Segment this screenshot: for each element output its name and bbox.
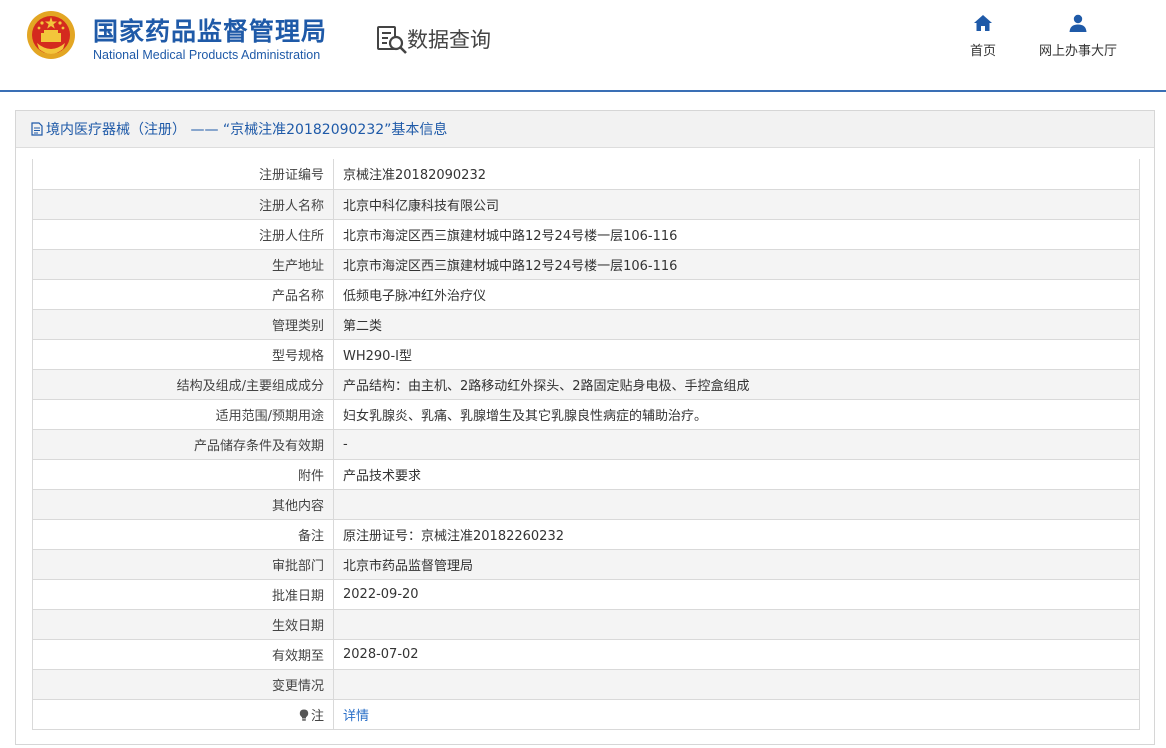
field-label: 产品名称: [32, 278, 334, 310]
field-label: 批准日期: [32, 578, 334, 610]
field-value: 北京市海淀区西三旗建材城中路12号24号楼一层106-116: [333, 218, 1140, 250]
table-row: 产品名称 低频电子脉冲红外治疗仪: [32, 278, 1140, 310]
table-row: 管理类别 第二类: [32, 308, 1140, 340]
panel-title: 境内医疗器械（注册） —— “京械注准20182090232”基本信息: [46, 122, 448, 138]
agency-name-cn: 国家药品监督管理局: [93, 17, 328, 46]
field-value: -: [333, 428, 1140, 460]
field-value: 产品结构：由主机、2路移动红外探头、2路固定贴身电极、手控盒组成: [333, 368, 1140, 400]
field-label: 其他内容: [32, 488, 334, 520]
site-header: 国家药品监督管理局 National Medical Products Admi…: [0, 0, 1166, 90]
field-label: 生效日期: [32, 608, 334, 640]
note-label-cell: 注: [32, 698, 334, 730]
table-row: 注册人名称 北京中科亿康科技有限公司: [32, 188, 1140, 220]
note-label: 注: [310, 708, 324, 724]
field-value: 2028-07-02: [333, 638, 1140, 670]
national-emblem-icon: [27, 11, 75, 59]
field-value: 2022-09-20: [333, 578, 1140, 610]
field-label: 型号规格: [32, 338, 334, 370]
table-row: 结构及组成/主要组成成分 产品结构：由主机、2路移动红外探头、2路固定贴身电极、手…: [32, 368, 1140, 400]
table-row: 型号规格 WH290-I型: [32, 338, 1140, 370]
table-row: 适用范围/预期用途 妇女乳腺炎、乳痛、乳腺增生及其它乳腺良性病症的辅助治疗。: [32, 398, 1140, 430]
field-value: 北京市海淀区西三旗建材城中路12号24号楼一层106-116: [333, 248, 1140, 280]
nav-home-label: 首页: [969, 44, 996, 59]
nav-online-office-label: 网上办事大厅: [1038, 44, 1117, 59]
table-row: 生产地址 北京市海淀区西三旗建材城中路12号24号楼一层106-116: [32, 248, 1140, 280]
field-value: 第二类: [333, 308, 1140, 340]
field-value: 京械注准20182090232: [333, 159, 1140, 190]
lightbulb-icon: [299, 709, 309, 721]
note-row: 注 详情: [32, 698, 1140, 730]
field-label: 注册人名称: [32, 188, 334, 220]
field-label: 审批部门: [32, 548, 334, 580]
field-value: 原注册证号：京械注准20182260232: [333, 518, 1140, 550]
field-value: 产品技术要求: [333, 458, 1140, 490]
agency-name-en: National Medical Products Administration: [93, 48, 321, 62]
table-row: 产品储存条件及有效期 -: [32, 428, 1140, 460]
panel-header: 境内医疗器械（注册） —— “京械注准20182090232”基本信息: [16, 111, 1154, 148]
field-value: [333, 668, 1140, 700]
table-row: 注册人住所 北京市海淀区西三旗建材城中路12号24号楼一层106-116: [32, 218, 1140, 250]
nav-home-link[interactable]: 首页: [962, 14, 1004, 59]
detail-panel: 境内医疗器械（注册） —— “京械注准20182090232”基本信息 注册证编…: [15, 110, 1155, 745]
field-label: 产品储存条件及有效期: [32, 428, 334, 460]
field-value: WH290-I型: [333, 338, 1140, 370]
table-row: 有效期至 2028-07-02: [32, 638, 1140, 670]
field-value: 北京中科亿康科技有限公司: [333, 188, 1140, 220]
field-label: 管理类别: [32, 308, 334, 340]
table-row: 其他内容: [32, 488, 1140, 520]
table-row: 附件 产品技术要求: [32, 458, 1140, 490]
info-table-body: 注册证编号 京械注准20182090232 注册人名称 北京中科亿康科技有限公司 注册人…: [32, 159, 1140, 730]
table-row: 生效日期: [32, 608, 1140, 640]
field-value: 妇女乳腺炎、乳痛、乳腺增生及其它乳腺良性病症的辅助治疗。: [333, 398, 1140, 430]
user-icon: [1069, 14, 1087, 32]
table-row: 备注 原注册证号：京械注准20182260232: [32, 518, 1140, 550]
note-value-cell: 详情: [333, 698, 1140, 730]
home-icon: [974, 15, 992, 31]
field-label: 结构及组成/主要组成成分: [32, 368, 334, 400]
field-value: [333, 488, 1140, 520]
table-row: 审批部门 北京市药品监督管理局: [32, 548, 1140, 580]
field-label: 附件: [32, 458, 334, 490]
field-label: 变更情况: [32, 668, 334, 700]
field-label: 备注: [32, 518, 334, 550]
field-label: 有效期至: [32, 638, 334, 670]
field-label: 注册证编号: [32, 159, 334, 190]
table-row: 变更情况: [32, 668, 1140, 700]
info-table: 注册证编号 京械注准20182090232 注册人名称 北京中科亿康科技有限公司 注册人…: [32, 159, 1140, 730]
data-query-icon: [377, 26, 407, 54]
nav-online-office-link[interactable]: 网上办事大厅: [1032, 14, 1124, 59]
field-value: 北京市药品监督管理局: [333, 548, 1140, 580]
field-label: 生产地址: [32, 248, 334, 280]
field-value: 低频电子脉冲红外治疗仪: [333, 278, 1140, 310]
field-value: [333, 608, 1140, 640]
table-row: 注册证编号 京械注准20182090232: [32, 159, 1140, 190]
header-divider: [0, 90, 1166, 92]
table-row: 批准日期 2022-09-20: [32, 578, 1140, 610]
document-icon: [31, 122, 43, 136]
data-query-title: 数据查询: [407, 28, 491, 52]
field-label: 适用范围/预期用途: [32, 398, 334, 430]
field-label: 注册人住所: [32, 218, 334, 250]
details-link[interactable]: 详情: [343, 709, 369, 724]
